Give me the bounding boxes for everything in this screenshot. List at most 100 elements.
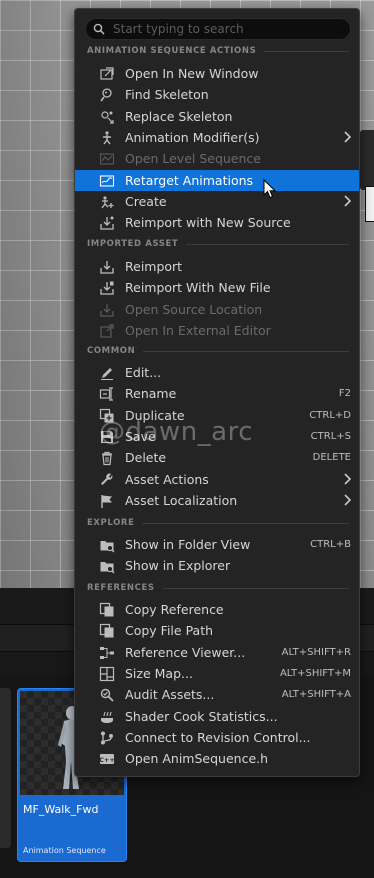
- menu-item-asset-actions[interactable]: Asset Actions: [75, 469, 359, 490]
- size-map-icon: [99, 666, 115, 682]
- menu-item-label: Reference Viewer...: [125, 645, 246, 660]
- menu-item-label: Reimport with New Source: [125, 215, 291, 230]
- menu-item-find-skeleton[interactable]: Find Skeleton: [75, 84, 359, 105]
- source-location-icon: [99, 302, 115, 318]
- rename-icon: [99, 386, 115, 402]
- delete-icon: [99, 450, 115, 466]
- copy-reference-icon: [99, 602, 115, 618]
- replace-skeleton-icon: [99, 109, 115, 125]
- new-window-icon: [99, 66, 115, 82]
- save-icon: [99, 429, 115, 445]
- menu-item-reimport[interactable]: Reimport: [75, 256, 359, 277]
- menu-item-connect-to-revision-control[interactable]: Connect to Revision Control...: [75, 727, 359, 748]
- menu-item-reimport-with-new-file[interactable]: Reimport With New File: [75, 277, 359, 298]
- menu-item-create[interactable]: Create: [75, 191, 359, 212]
- menu-item-replace-skeleton[interactable]: Replace Skeleton: [75, 106, 359, 127]
- menu-item-save[interactable]: Save CTRL+S: [75, 426, 359, 447]
- chevron-right-icon: [343, 494, 352, 509]
- asset-name: MF_Walk_Fwd: [23, 803, 99, 816]
- menu-item-shader-cook-statistics[interactable]: Shader Cook Statistics...: [75, 706, 359, 727]
- menu-item-label: Asset Actions: [125, 472, 209, 487]
- menu-item-label: Audit Assets...: [125, 687, 215, 702]
- viewport-object: [360, 130, 374, 190]
- explorer-icon: [99, 558, 115, 574]
- wrench-icon: [99, 472, 115, 488]
- menu-item-open-in-external-editor: Open In External Editor: [75, 320, 359, 341]
- menu-item-asset-localization[interactable]: Asset Localization: [75, 490, 359, 511]
- reimport-source-icon: [99, 215, 115, 231]
- menu-item-show-in-folder-view[interactable]: Show in Folder View CTRL+B: [75, 534, 359, 555]
- viewport-popup-edge: [365, 186, 374, 222]
- retarget-icon: [99, 173, 115, 189]
- menu-search-box: [85, 18, 351, 40]
- menu-item-delete[interactable]: Delete DELETE: [75, 447, 359, 468]
- menu-item-retarget-animations[interactable]: Retarget Animations: [75, 170, 359, 191]
- menu-item-open-source-location: Open Source Location: [75, 299, 359, 320]
- section-references: REFERENCES: [87, 582, 349, 594]
- menu-item-label: Reimport: [125, 259, 183, 274]
- asset-tile-partial[interactable]: [0, 688, 11, 848]
- menu-item-audit-assets[interactable]: Audit Assets... ALT+SHIFT+A: [75, 684, 359, 705]
- find-skeleton-icon: [99, 87, 115, 103]
- menu-item-label: Reimport With New File: [125, 280, 271, 295]
- reimport-icon: [99, 259, 115, 275]
- menu-item-label: Save: [125, 429, 156, 444]
- menu-item-label: Show in Folder View: [125, 537, 251, 552]
- menu-item-open-in-new-window[interactable]: Open In New Window: [75, 63, 359, 84]
- menu-item-label: Copy Reference: [125, 602, 224, 617]
- external-editor-icon: [99, 323, 115, 339]
- menu-item-reimport-with-new-source[interactable]: Reimport with New Source: [75, 212, 359, 233]
- copy-path-icon: [99, 623, 115, 639]
- section-common: COMMON: [87, 345, 349, 357]
- revision-control-icon: [99, 730, 115, 746]
- menu-item-label: Animation Modifier(s): [125, 130, 260, 145]
- menu-item-shortcut: ALT+SHIFT+M: [279, 668, 351, 679]
- section-explore: EXPLORE: [87, 517, 349, 529]
- menu-item-label: Duplicate: [125, 408, 185, 423]
- menu-item-rename[interactable]: Rename F2: [75, 383, 359, 404]
- search-icon: [93, 23, 105, 35]
- menu-item-label: Shader Cook Statistics...: [125, 709, 278, 724]
- menu-item-label: Open Source Location: [125, 302, 263, 317]
- menu-item-label: Open Level Sequence: [125, 151, 261, 166]
- menu-item-copy-file-path[interactable]: Copy File Path: [75, 620, 359, 641]
- menu-item-size-map[interactable]: Size Map... ALT+SHIFT+M: [75, 663, 359, 684]
- menu-search-input[interactable]: [111, 21, 335, 37]
- mouse-cursor-icon: [263, 179, 277, 199]
- asset-context-menu: ANIMATION SEQUENCE ACTIONS IMPORTED ASSE…: [74, 8, 360, 777]
- menu-item-label: Size Map...: [125, 666, 193, 681]
- menu-item-shortcut: CTRL+D: [309, 410, 351, 421]
- menu-item-label: Find Skeleton: [125, 87, 209, 102]
- menu-item-show-in-explorer[interactable]: Show in Explorer: [75, 555, 359, 576]
- menu-item-shortcut: CTRL+B: [310, 539, 351, 550]
- menu-item-shortcut: ALT+SHIFT+A: [281, 689, 351, 700]
- menu-item-label: Open In New Window: [125, 66, 259, 81]
- menu-item-label: Show in Explorer: [125, 558, 231, 573]
- menu-item-label: Create: [125, 194, 167, 209]
- chevron-right-icon: [343, 195, 352, 210]
- menu-item-label: Retarget Animations: [125, 173, 254, 188]
- menu-item-label: Open In External Editor: [125, 323, 271, 338]
- edit-icon: [99, 365, 115, 381]
- create-icon: [99, 194, 115, 210]
- menu-item-duplicate[interactable]: Duplicate CTRL+D: [75, 405, 359, 426]
- menu-item-shortcut: F2: [338, 388, 351, 399]
- svg-text:C++: C++: [99, 755, 115, 763]
- section-imported-asset: IMPORTED ASSET: [87, 238, 349, 250]
- menu-item-open-animsequence-h[interactable]: C++ Open AnimSequence.h: [75, 748, 359, 769]
- menu-item-label: Delete: [125, 450, 167, 465]
- reimport-file-icon: [99, 280, 115, 296]
- reference-viewer-icon: [99, 645, 115, 661]
- asset-type: Animation Sequence: [23, 846, 106, 855]
- duplicate-icon: [99, 408, 115, 424]
- menu-item-edit[interactable]: Edit...: [75, 362, 359, 383]
- menu-item-label: Connect to Revision Control...: [125, 730, 311, 745]
- menu-item-label: Open AnimSequence.h: [125, 751, 269, 766]
- audit-icon: [99, 687, 115, 703]
- menu-item-label: Rename: [125, 386, 177, 401]
- menu-item-reference-viewer[interactable]: Reference Viewer... ALT+SHIFT+R: [75, 642, 359, 663]
- menu-item-copy-reference[interactable]: Copy Reference: [75, 599, 359, 620]
- menu-item-animation-modifier-s[interactable]: Animation Modifier(s): [75, 127, 359, 148]
- menu-item-label: Asset Localization: [125, 493, 238, 508]
- folder-view-icon: [99, 537, 115, 553]
